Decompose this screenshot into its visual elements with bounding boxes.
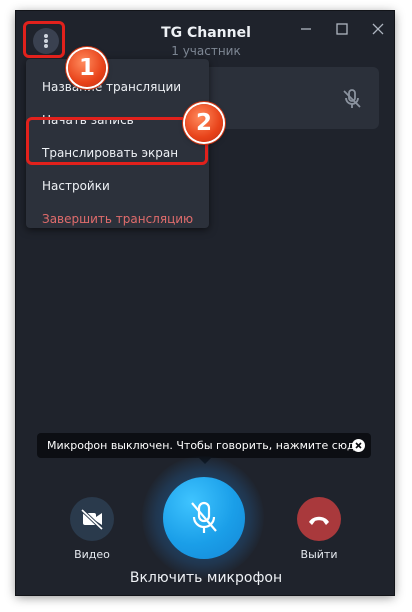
- leave-label: Выйти: [300, 548, 338, 561]
- unmute-label: Включить микрофон: [129, 570, 283, 586]
- mic-off-icon: [191, 501, 217, 533]
- menu-item-rename[interactable]: Название трансляции: [42, 80, 181, 94]
- phone-hangup-icon: [309, 516, 329, 525]
- video-off-icon: [80, 508, 104, 531]
- step-badge-1: 1: [68, 49, 106, 87]
- tooltip-text: Микрофон выключен. Чтобы говорить, нажми…: [47, 439, 365, 452]
- highlight-menu-button: [23, 21, 65, 58]
- mic-tooltip[interactable]: Микрофон выключен. Чтобы говорить, нажми…: [37, 433, 371, 458]
- menu-item-settings[interactable]: Настройки: [42, 179, 110, 193]
- voice-chat-window: TG Channel 1 участник Название трансляци…: [16, 11, 394, 595]
- maximize-icon[interactable]: [331, 19, 353, 39]
- step-badge-2: 2: [185, 104, 223, 142]
- leave-button[interactable]: [297, 497, 341, 541]
- close-icon[interactable]: [367, 19, 389, 39]
- minimize-icon[interactable]: [295, 19, 317, 39]
- mic-off-icon: [343, 89, 361, 108]
- video-label: Видео: [74, 548, 110, 561]
- highlight-share-screen: [26, 117, 208, 165]
- close-circle-icon[interactable]: [352, 439, 365, 452]
- video-button[interactable]: [70, 497, 114, 541]
- menu-item-end-stream[interactable]: Завершить трансляцию: [42, 212, 193, 226]
- unmute-button[interactable]: [163, 477, 245, 559]
